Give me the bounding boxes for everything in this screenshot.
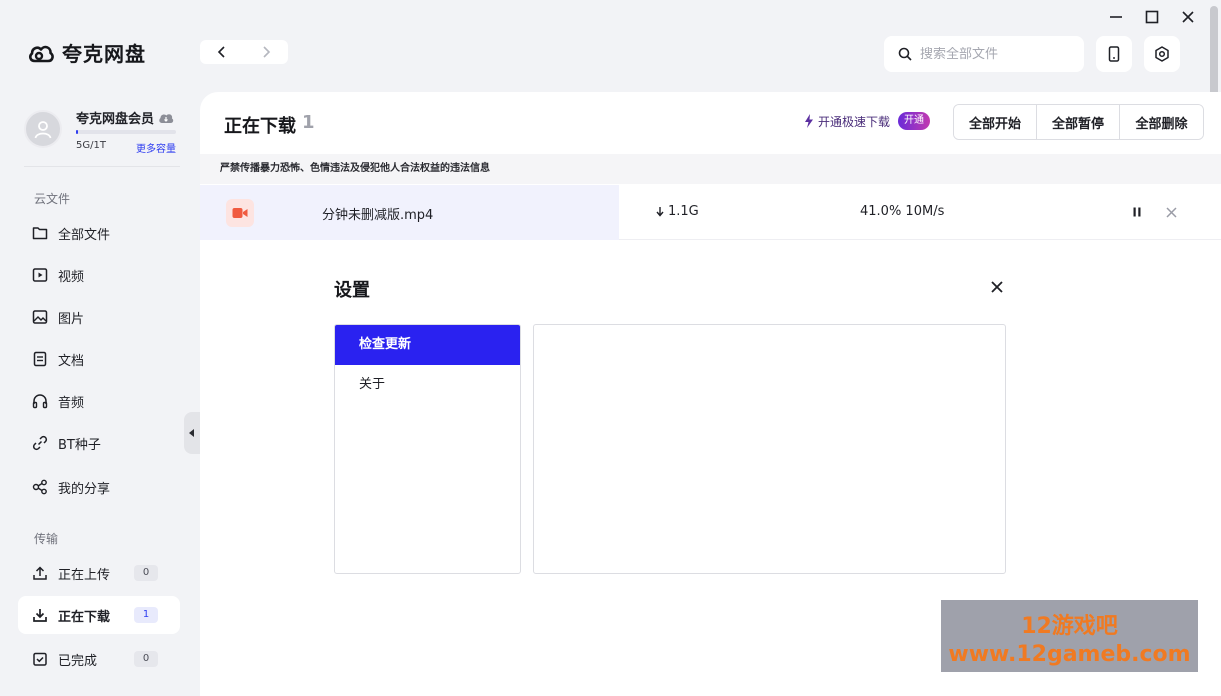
sidebar: 夸克网盘 夸克网盘会员 5G/1T 更多容量 云文件 全部文件 视频 图片 文档… [0,0,200,696]
speedup-promo[interactable]: 开通极速下载 开通 [804,112,931,130]
document-icon [32,351,48,367]
close-icon [1165,206,1177,218]
page-title: 正在下载 [224,116,296,137]
phone-icon [1108,46,1120,62]
sidebar-divider [24,166,180,167]
sidebar-item-label: 已完成 [58,653,98,669]
upload-icon [32,565,48,581]
search-input[interactable] [920,46,1070,62]
download-icon [32,607,48,623]
settings-menu-about[interactable]: 关于 [335,365,520,405]
download-file-name: 分钟未删减版.mp4 [322,208,434,223]
delete-all-button[interactable]: 全部删除 [1120,105,1203,139]
app-logo: 夸克网盘 [28,38,146,67]
search-box[interactable] [884,36,1084,72]
dialog-title: 设置 [334,280,370,301]
page-title-count: 1 [302,112,315,133]
sidebar-item-documents[interactable]: 文档 [18,340,180,378]
speedup-tag[interactable]: 开通 [898,112,931,130]
caret-left-icon [189,429,195,437]
capacity-text: 5G/1T [76,140,106,151]
dialog-close-button[interactable] [988,278,1006,296]
sidebar-item-uploading[interactable]: 正在上传 0 [18,554,180,592]
download-size-text: 1.1G [668,204,699,219]
more-capacity-link[interactable]: 更多容量 [136,140,176,155]
user-name-text: 夸克网盘会员 [76,112,155,127]
sidebar-item-label: 我的分享 [58,481,111,497]
settings-dialog: 设置 检查更新 关于 [314,252,1024,592]
app-name: 夸克网盘 [62,42,146,66]
sidebar-item-label: 图片 [58,311,85,327]
sidebar-item-audio[interactable]: 音频 [18,382,180,420]
sidebar-collapse-handle[interactable] [184,412,200,454]
gear-icon [1154,46,1170,62]
video-file-icon [226,199,254,227]
settings-button[interactable] [1144,36,1180,72]
maximize-icon[interactable] [1143,8,1161,26]
history-nav [200,40,288,64]
sidebar-item-label: 正在下载 [58,609,111,625]
sidebar-item-label: 全部文件 [58,227,111,243]
download-row[interactable]: 分钟未删减版.mp4 1.1G 41.0% 10M/s [200,185,1221,240]
cloud-badge-icon [158,112,174,124]
sidebar-item-label: 音频 [58,395,85,411]
sidebar-item-bt[interactable]: BT种子 [18,424,180,462]
count-badge: 1 [134,607,158,623]
mobile-button[interactable] [1096,36,1132,72]
sidebar-item-label: 视频 [58,269,85,285]
settings-content-panel [533,324,1006,574]
back-arrow-icon[interactable] [217,46,227,58]
headphones-icon [32,393,48,409]
forward-arrow-icon[interactable] [261,46,271,58]
pause-download-button[interactable] [1128,203,1146,221]
watermark-line2: www.12gameb.com [948,642,1191,667]
settings-menu-check-update[interactable]: 检查更新 [335,325,520,365]
lightning-icon [804,114,814,128]
notice-banner: 严禁传播暴力恐怖、色情违法及侵犯他人合法权益的违法信息 [200,154,1221,184]
pause-icon [1132,207,1142,217]
speedup-label: 开通极速下载 [818,114,891,129]
image-icon [32,309,48,325]
folder-icon [32,225,48,241]
watermark: 12游戏吧 www.12gameb.com [941,600,1198,672]
capacity-fill [76,130,78,134]
minimize-icon[interactable] [1107,8,1125,26]
window-controls [1107,8,1197,26]
user-card[interactable]: 夸克网盘会员 5G/1T 更多容量 [24,108,184,156]
link-icon [32,435,48,451]
cancel-download-button[interactable] [1162,203,1180,221]
pause-all-button[interactable]: 全部暂停 [1037,105,1120,139]
count-badge: 0 [134,565,158,581]
sidebar-item-video[interactable]: 视频 [18,256,180,294]
bulk-actions: 全部开始 全部暂停 全部删除 [953,104,1204,140]
section-title-cloud: 云文件 [34,192,71,206]
share-icon [32,479,48,495]
sidebar-item-all-files[interactable]: 全部文件 [18,214,180,252]
cloud-logo-icon [28,42,54,64]
completed-icon [32,651,48,667]
settings-menu: 检查更新 关于 [334,324,521,574]
download-progress-text: 41.0% 10M/s [860,204,945,219]
capacity-bar [76,130,176,134]
avatar[interactable] [24,110,62,148]
section-title-transfer: 传输 [34,532,59,546]
sidebar-item-completed[interactable]: 已完成 0 [18,640,180,678]
sidebar-item-label: BT种子 [58,437,101,453]
user-name: 夸克网盘会员 [76,108,174,127]
sidebar-item-downloading[interactable]: 正在下载 1 [18,596,180,634]
video-icon [32,267,48,283]
scrollbar-thumb[interactable] [1210,6,1218,102]
start-all-button[interactable]: 全部开始 [954,105,1037,139]
sidebar-item-my-share[interactable]: 我的分享 [18,468,180,506]
close-icon [991,281,1003,293]
sidebar-item-label: 正在上传 [58,567,111,583]
close-window-icon[interactable] [1179,8,1197,26]
download-size: 1.1G [656,204,699,219]
watermark-line1: 12游戏吧 [1021,614,1118,639]
count-badge: 0 [134,651,158,667]
sidebar-item-label: 文档 [58,353,85,369]
arrow-down-icon [656,206,664,217]
search-icon [898,47,912,61]
sidebar-item-images[interactable]: 图片 [18,298,180,336]
